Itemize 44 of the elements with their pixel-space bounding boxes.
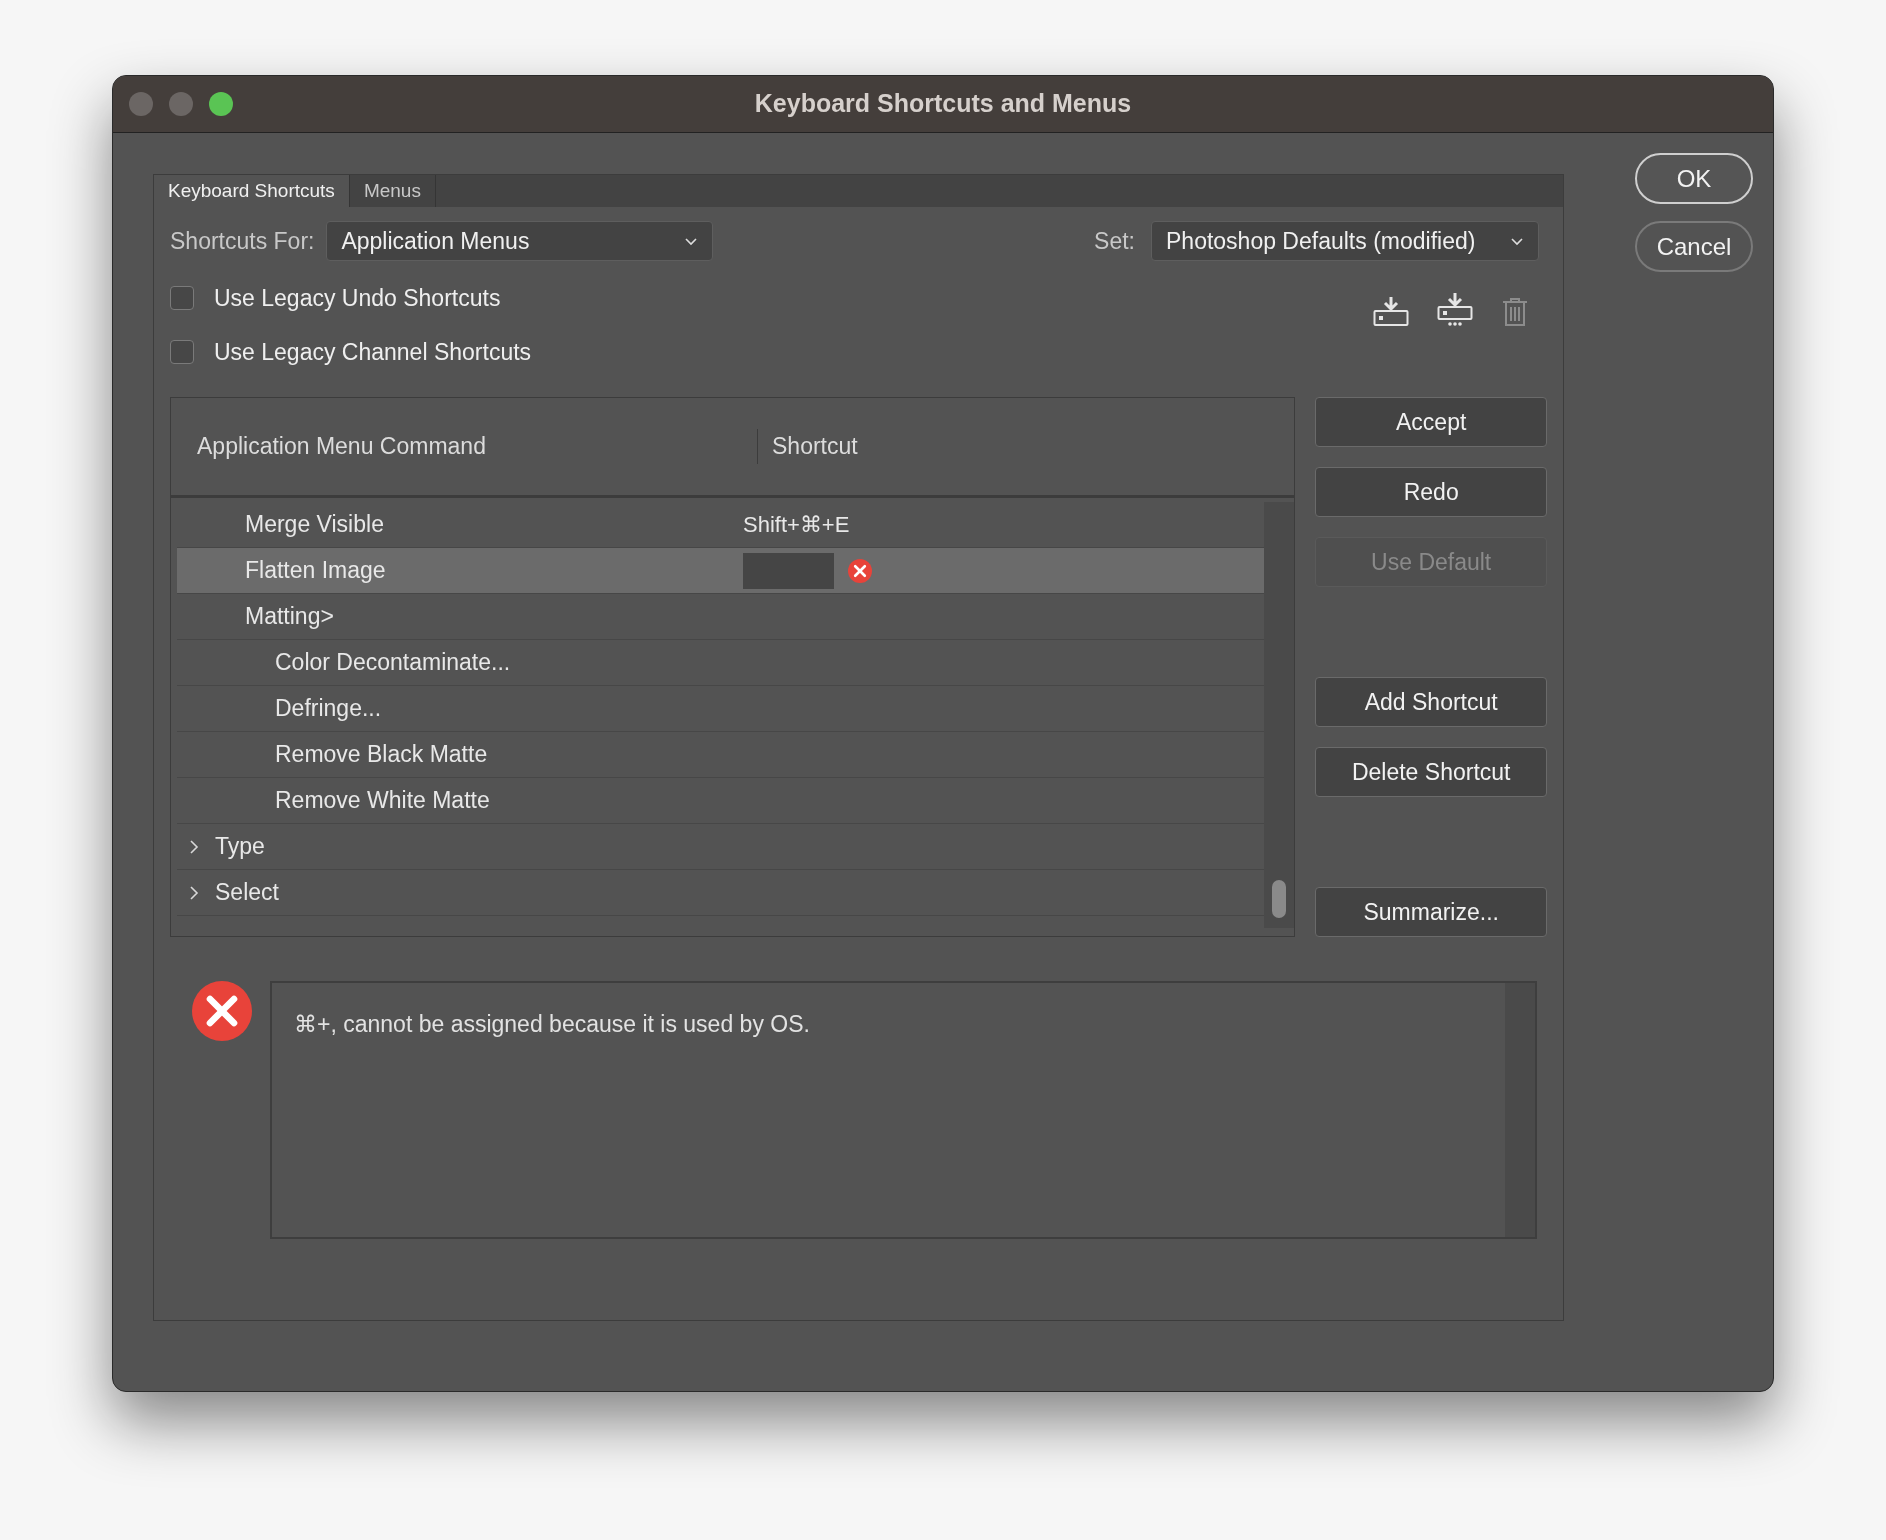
error-icon xyxy=(192,981,252,1041)
action-button[interactable]: Accept xyxy=(1315,397,1547,447)
checkbox-label: Use Legacy Channel Shortcuts xyxy=(214,337,532,367)
command-label: Remove White Matte xyxy=(275,786,490,816)
action-button[interactable]: Add Shortcut xyxy=(1315,677,1547,727)
chevron-down-icon xyxy=(1510,236,1524,246)
command-label: Defringe... xyxy=(275,694,382,724)
field-label: Set: xyxy=(1094,226,1135,256)
column-header: Application Menu Command xyxy=(171,429,758,464)
column-header: Shortcut xyxy=(771,432,858,462)
tree-row[interactable]: Flatten Image xyxy=(177,548,1265,594)
window-title: Keyboard Shortcuts and Menus xyxy=(754,88,1132,120)
close-button[interactable] xyxy=(129,92,153,116)
action-button[interactable]: Redo xyxy=(1315,467,1547,517)
command-label: Remove Black Matte xyxy=(275,740,488,770)
shortcut-input-field[interactable] xyxy=(743,552,834,589)
chevron-down-icon xyxy=(684,236,699,246)
command-label: Select xyxy=(215,878,279,908)
action-button[interactable]: Summarize... xyxy=(1315,887,1547,937)
dialog-button[interactable]: OK xyxy=(1635,153,1753,204)
shortcuts-for-dropdown[interactable]: Application Menus xyxy=(326,221,714,261)
chevron-right-icon[interactable] xyxy=(189,838,199,855)
checkbox[interactable] xyxy=(170,340,194,364)
command-label: Type xyxy=(215,832,265,862)
download-tray-icon[interactable] xyxy=(1437,293,1473,327)
tab[interactable]: Keyboard Shortcuts xyxy=(154,175,350,207)
command-label: Flatten Image xyxy=(245,556,386,586)
command-label: Merge Visible xyxy=(245,510,384,540)
command-label: Matting> xyxy=(245,602,334,632)
checkbox[interactable] xyxy=(170,286,194,310)
chevron-right-icon[interactable] xyxy=(189,884,199,901)
command-label: Color Decontaminate... xyxy=(275,648,511,678)
download-tray-icon[interactable] xyxy=(1373,297,1409,327)
action-button[interactable]: Delete Shortcut xyxy=(1315,747,1547,797)
minimize-button[interactable] xyxy=(169,92,193,116)
checkbox-label: Use Legacy Undo Shortcuts xyxy=(214,283,501,313)
scrollbar-thumb[interactable] xyxy=(1272,880,1287,918)
set-dropdown[interactable]: Photoshop Defaults (modified) xyxy=(1151,221,1539,261)
error-icon xyxy=(848,558,872,583)
dialog-button[interactable]: Cancel xyxy=(1635,221,1753,272)
zoom-button[interactable] xyxy=(209,92,233,116)
shortcut-text: Shift+⌘+E xyxy=(743,511,850,539)
message-text: ⌘+, cannot be assigned because it is used by OS. xyxy=(293,1010,811,1039)
field-label: Shortcuts For: xyxy=(170,226,315,256)
